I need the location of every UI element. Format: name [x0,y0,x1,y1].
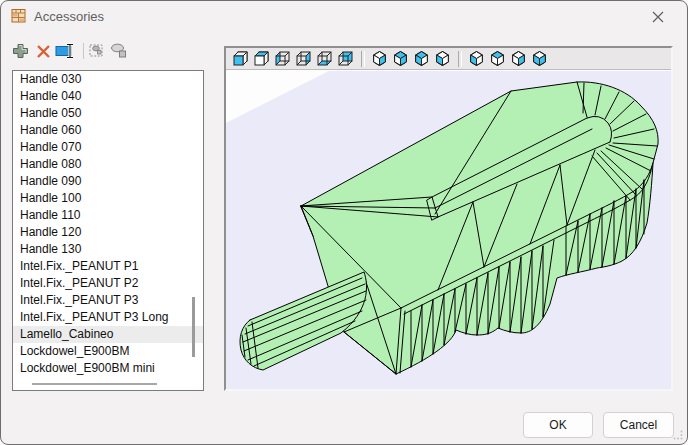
vertical-scrollbar-thumb[interactable] [192,297,195,357]
view-right-button[interactable] [295,50,312,67]
app-icon [11,8,27,24]
view-back-button[interactable] [337,50,354,67]
list-item[interactable]: Lockdowel_E900BM mini [13,360,203,377]
model-preview[interactable] [226,71,671,389]
preview-viewport [224,46,673,391]
list-item[interactable]: Handle 120 [13,224,203,241]
cancel-button[interactable]: Cancel [603,412,674,438]
resize-grip[interactable] [673,430,683,440]
view-iso-1-button[interactable] [371,50,388,67]
view-iso-5-button[interactable] [468,50,485,67]
toolbar-separator [83,43,84,59]
list-item[interactable]: Lockdowel_E900BM [13,343,203,360]
list-item[interactable]: Handle 100 [13,190,203,207]
list-item[interactable]: Intel.Fix._PEANUT P3 [13,292,203,309]
list-item[interactable]: Handle 060 [13,122,203,139]
view-iso-4-button[interactable] [434,50,451,67]
ok-button[interactable]: OK [523,412,593,438]
title-bar: Accessories [1,1,687,31]
list-item[interactable]: Lamello_Cabineo [13,326,203,343]
view-iso-6-button[interactable] [489,50,506,67]
view-front-button[interactable] [232,50,249,67]
window-title: Accessories [34,9,104,24]
list-item[interactable]: Handle 040 [13,88,203,105]
view-toolbar-separator [361,51,365,67]
list-item[interactable]: Intel.Fix._PEANUT P2 [13,275,203,292]
list-item[interactable]: Handle 070 [13,139,203,156]
view-iso-2-button[interactable] [392,50,409,67]
view-top-button[interactable] [253,50,270,67]
list-item[interactable]: Handle 090 [13,173,203,190]
accessories-list[interactable]: Handle 030Handle 040Handle 050Handle 060… [12,70,204,391]
list-item[interactable]: Intel.Fix._PEANUT P3 Long [13,309,203,326]
view-left-button[interactable] [274,50,291,67]
accessories-dialog: Accessories Handle 030Handle 040Handle 0… [0,0,688,445]
list-item[interactable]: Handle 050 [13,105,203,122]
view-toolbar [226,48,671,70]
list-item[interactable]: Handle 130 [13,241,203,258]
view-iso-7-button[interactable] [510,50,527,67]
view-iso-8-button[interactable] [531,50,548,67]
list-item[interactable]: Handle 030 [13,71,203,88]
copy-special-button[interactable] [88,42,106,60]
add-accessory-button[interactable] [12,42,30,60]
view-iso-3-button[interactable] [413,50,430,67]
delete-accessory-button[interactable] [35,42,53,60]
clone-accessory-button[interactable] [110,42,128,60]
list-item[interactable]: Intel.Fix._PEANUT P1 [13,258,203,275]
horizontal-scrollbar-thumb[interactable] [32,383,157,385]
list-item[interactable]: Handle 080 [13,156,203,173]
list-item[interactable]: Handle 110 [13,207,203,224]
close-button[interactable] [651,10,665,24]
rename-accessory-button[interactable] [55,42,79,60]
view-toolbar-separator [458,51,462,67]
view-bottom-button[interactable] [316,50,333,67]
